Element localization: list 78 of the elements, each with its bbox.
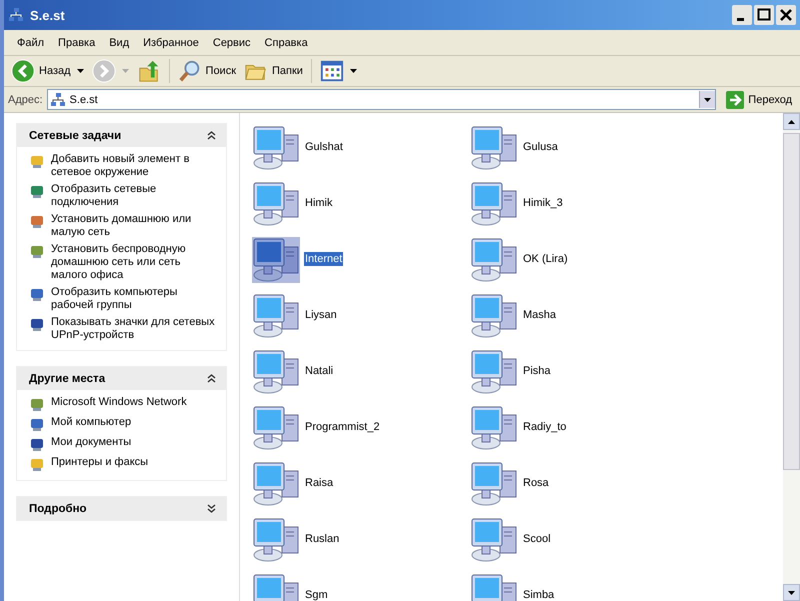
task-link[interactable]: Мои документы: [51, 436, 132, 449]
address-value: S.e.st: [70, 94, 99, 106]
computer-name[interactable]: Raisa: [304, 476, 334, 490]
task-icon: [29, 213, 45, 229]
computer-name[interactable]: Liysan: [304, 308, 338, 322]
computer-name[interactable]: Rosa: [522, 476, 550, 490]
expand-icon[interactable]: [207, 504, 216, 513]
task-link[interactable]: Принтеры и факсы: [51, 456, 148, 469]
dropdown-arrow-icon: [704, 98, 712, 102]
back-button[interactable]: Назад: [8, 57, 87, 85]
dropdown-arrow-icon: [122, 69, 129, 73]
menu-item[interactable]: Избранное: [136, 34, 206, 50]
computer-name[interactable]: Programmist_2: [304, 420, 381, 434]
minimize-button[interactable]: [732, 5, 752, 25]
task-link[interactable]: Установить домашнюю или малую сеть: [51, 213, 218, 239]
panel-header[interactable]: Сетевые задачи: [17, 124, 226, 147]
computer-name[interactable]: Himik_3: [522, 196, 564, 210]
close-button[interactable]: [776, 5, 796, 25]
task-link[interactable]: Установить беспроводную домашнюю сеть или сеть малого офиса: [51, 243, 218, 282]
search-button[interactable]: Поиск: [174, 57, 240, 85]
collapse-icon[interactable]: [207, 131, 216, 140]
search-icon: [178, 59, 202, 83]
collapse-icon[interactable]: [207, 374, 216, 383]
task-icon: [29, 436, 45, 452]
computer-name[interactable]: Pisha: [522, 364, 552, 378]
task-icon: [29, 286, 45, 302]
task-icon: [29, 316, 45, 332]
task-link[interactable]: Отобразить компьютеры рабочей группы: [51, 286, 218, 312]
up-arrow-icon: [788, 120, 795, 124]
menu-item[interactable]: Справка: [258, 34, 315, 50]
task-link[interactable]: Отобразить сетевые подключения: [51, 183, 218, 209]
panel-header[interactable]: Другие места: [17, 367, 226, 390]
go-button[interactable]: Переход: [720, 90, 796, 108]
computer-name[interactable]: Ruslan: [304, 532, 340, 546]
task-icon: [29, 183, 45, 199]
computer-name[interactable]: Internet: [304, 252, 344, 266]
maximize-button[interactable]: [754, 5, 774, 25]
computer-name[interactable]: OK (Lira): [522, 252, 569, 266]
computer-name[interactable]: Radiy_to: [522, 420, 568, 434]
computer-name[interactable]: Masha: [522, 308, 558, 322]
computer-name[interactable]: Gulusa: [522, 140, 559, 154]
task-link[interactable]: Microsoft Windows Network: [51, 396, 187, 409]
menu-item[interactable]: Сервис: [206, 34, 258, 50]
computer-name[interactable]: Sgm: [304, 588, 329, 601]
task-link[interactable]: Показывать значки для сетевых UPnP-устройств: [51, 316, 218, 342]
address-field[interactable]: S.e.st: [46, 89, 716, 110]
menu-item[interactable]: Файл: [10, 34, 52, 50]
network-icon: [8, 7, 24, 23]
computer-name[interactable]: Scool: [522, 532, 552, 546]
folder-up-icon: [136, 59, 161, 83]
computer-name[interactable]: Natali: [304, 364, 334, 378]
computer-name[interactable]: Gulshat: [304, 140, 344, 154]
window-title: S.e.st: [30, 8, 65, 22]
dropdown-arrow-icon: [350, 69, 357, 73]
scroll-up-button[interactable]: [783, 113, 800, 130]
menu-item[interactable]: Правка: [51, 34, 102, 50]
address-dropdown-button[interactable]: [699, 91, 716, 108]
views-icon: [320, 59, 344, 83]
panel-header[interactable]: Подробно: [17, 497, 226, 520]
computer-name[interactable]: Himik: [304, 196, 334, 210]
scrollbar-thumb[interactable]: [783, 133, 800, 470]
scroll-down-button[interactable]: [783, 584, 800, 601]
task-icon: [29, 396, 45, 412]
computer-icon[interactable]: [252, 235, 300, 283]
menu-item[interactable]: Вид: [102, 34, 136, 50]
folders-button[interactable]: Папки: [241, 57, 306, 85]
address-label: Адрес:: [8, 94, 43, 106]
down-arrow-icon: [788, 590, 795, 594]
go-arrow-icon: [726, 90, 744, 108]
computer-name[interactable]: Simba: [522, 588, 556, 601]
task-link[interactable]: Мой компьютер: [51, 416, 132, 429]
network-icon: [50, 92, 66, 108]
dropdown-arrow-icon: [76, 69, 84, 73]
task-icon: [29, 416, 45, 432]
task-icon: [29, 456, 45, 472]
task-icon: [29, 153, 45, 169]
task-icon: [29, 243, 45, 259]
task-link[interactable]: Добавить новый элемент в сетевое окружение: [51, 153, 218, 179]
